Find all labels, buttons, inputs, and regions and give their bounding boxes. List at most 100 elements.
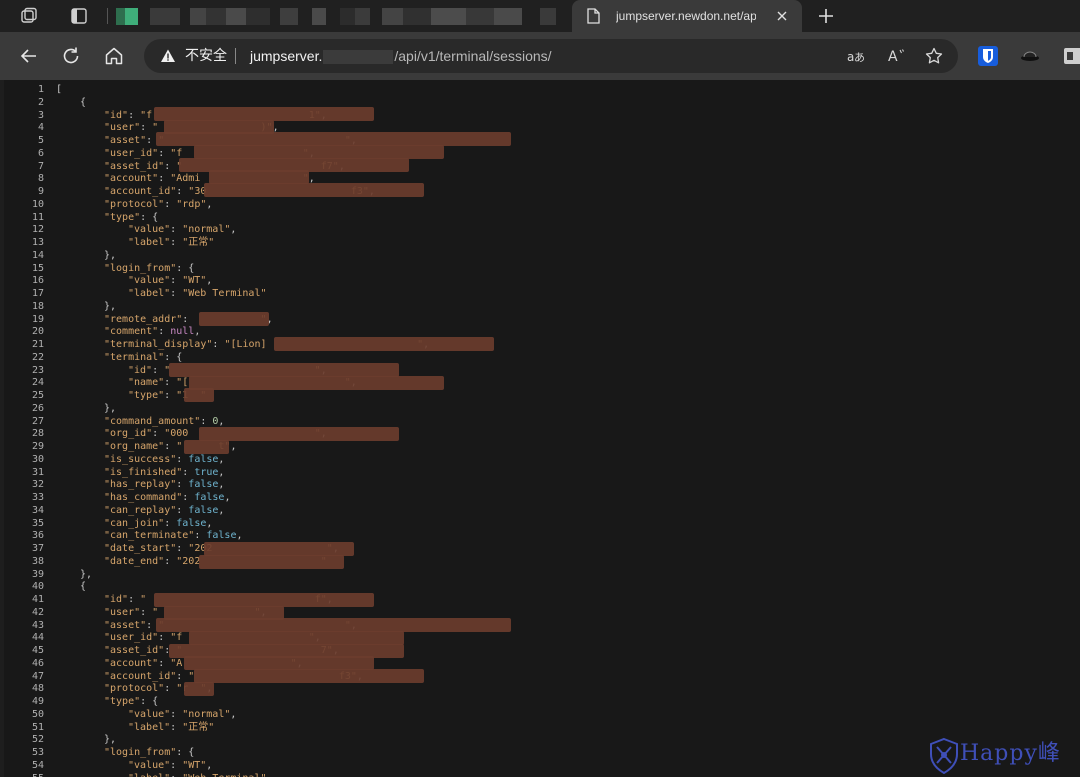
json-line: "value": "normal", (128, 224, 236, 237)
json-punctuation: : (164, 377, 177, 389)
extension-icon[interactable] (1062, 44, 1080, 68)
json-line: "value": "WT", (128, 275, 212, 288)
json-punctuation: : (212, 339, 225, 350)
json-punctuation: , (206, 517, 213, 529)
redaction-mask (156, 132, 511, 146)
blurred-tab[interactable] (340, 8, 370, 25)
home-icon[interactable] (102, 44, 126, 68)
json-line: }, (104, 250, 116, 263)
json-viewer[interactable]: 1 2 3 4 5 6 7 8 9 10 11 12 13 14 15 16 17 18 19 20 21 22 23 24 2… (4, 80, 1080, 777)
svg-text:A: A (888, 49, 898, 65)
redaction-mask (204, 542, 354, 556)
immersive-reader-icon[interactable]: A (886, 46, 906, 66)
warning-icon[interactable] (160, 48, 176, 64)
line-number: 4 (37, 122, 44, 134)
refresh-icon[interactable] (59, 44, 83, 68)
security-label[interactable]: 不安全 (185, 39, 227, 73)
json-value: false (188, 479, 219, 491)
blurred-tab[interactable] (382, 8, 522, 25)
json-punctuation: : (158, 657, 171, 669)
redaction-mask (169, 363, 399, 377)
url-host: jumpserver. (250, 48, 323, 64)
json-punctuation: : (176, 670, 189, 682)
json-key: "value" (128, 759, 171, 771)
line-number: 13 (31, 237, 44, 248)
extension-icon[interactable] (1018, 44, 1042, 68)
json-punctuation: : (170, 721, 183, 733)
tab-strip: jumpserver.newdon.net/api (0, 0, 1080, 32)
json-line: "has_replay": false, (104, 479, 224, 492)
line-number: 51 (31, 721, 44, 733)
json-key: "label" (128, 237, 171, 248)
url-text[interactable]: jumpserver. /api/v1/terminal/sessions/ (250, 39, 552, 73)
json-punctuation: : (158, 173, 171, 185)
blurred-tab[interactable] (190, 8, 270, 25)
line-number: 5 (37, 135, 44, 146)
json-key: "label" (128, 773, 170, 777)
json-punctuation: : (176, 479, 189, 491)
blurred-tab[interactable] (540, 8, 556, 25)
workspaces-icon[interactable] (19, 6, 39, 26)
blurred-tab[interactable] (312, 8, 326, 25)
blurred-tab-favicon[interactable] (116, 8, 138, 25)
active-tab[interactable]: jumpserver.newdon.net/api (572, 0, 802, 32)
page-icon (586, 8, 600, 24)
json-punctuation: , (224, 492, 231, 503)
blurred-tab[interactable] (150, 8, 180, 25)
json-value: "[ (176, 377, 189, 389)
json-punctuation: : (170, 759, 183, 771)
line-number: 22 (31, 351, 44, 363)
json-value: false (194, 492, 225, 503)
blurred-tab[interactable] (280, 8, 298, 25)
json-value: "202 (176, 555, 201, 567)
json-line: "value": "WT", (128, 760, 212, 773)
json-punctuation: : (164, 517, 177, 529)
browser-toolbar: 不安全 jumpserver. /api/v1/terminal/sessions… (0, 32, 1080, 80)
json-key: "login_from" (104, 262, 177, 274)
json-punctuation: : (176, 186, 189, 197)
back-icon[interactable] (17, 44, 41, 68)
json-line: }, (104, 403, 116, 416)
json-value: "WT" (182, 759, 207, 771)
line-number: 36 (31, 530, 44, 542)
favorite-star-icon[interactable] (924, 46, 944, 66)
json-line: }, (104, 734, 116, 747)
line-number: 32 (31, 479, 44, 491)
json-line: "label": "Web Terminal" (128, 288, 267, 301)
json-line: "label": "正常" (128, 722, 214, 735)
redaction-mask (154, 593, 374, 607)
read-aloud-icon[interactable]: aあ (846, 46, 866, 66)
redaction-mask (184, 388, 214, 402)
json-punctuation: }, (80, 568, 93, 580)
line-number: 26 (31, 402, 44, 414)
json-line: "label": "正常" (128, 237, 214, 250)
json-punctuation: , (206, 759, 213, 771)
address-bar[interactable]: 不安全 jumpserver. /api/v1/terminal/sessions… (144, 39, 958, 73)
json-punctuation: : (164, 555, 177, 567)
vertical-tabs-icon[interactable] (69, 6, 89, 26)
redaction-mask (184, 440, 229, 454)
redaction-mask (204, 183, 424, 197)
close-icon[interactable] (774, 8, 790, 24)
line-number: 55 (4, 773, 44, 777)
json-line: "value": "normal", (128, 709, 236, 722)
json-key: "org_id" (104, 428, 153, 440)
json-punctuation: }, (104, 402, 117, 414)
line-number: 7 (37, 160, 44, 172)
json-key: "protocol" (104, 198, 165, 210)
json-key: "user_id" (104, 147, 159, 159)
bitwarden-icon[interactable] (976, 44, 1000, 68)
json-punctuation: : (200, 415, 213, 427)
svg-text:あ: あ (854, 51, 865, 64)
redaction-mask (189, 631, 404, 645)
json-punctuation: , (218, 479, 225, 491)
line-number: 42 (31, 606, 44, 618)
line-number: 18 (31, 300, 44, 312)
new-tab-icon[interactable] (814, 4, 838, 28)
url-redaction (323, 50, 394, 65)
json-key: "name" (128, 377, 165, 389)
line-number: 37 (31, 543, 44, 554)
line-number: 25 (31, 390, 44, 401)
json-key: "org_name" (104, 441, 165, 452)
url-path: /api/v1/terminal/sessions/ (394, 48, 552, 64)
